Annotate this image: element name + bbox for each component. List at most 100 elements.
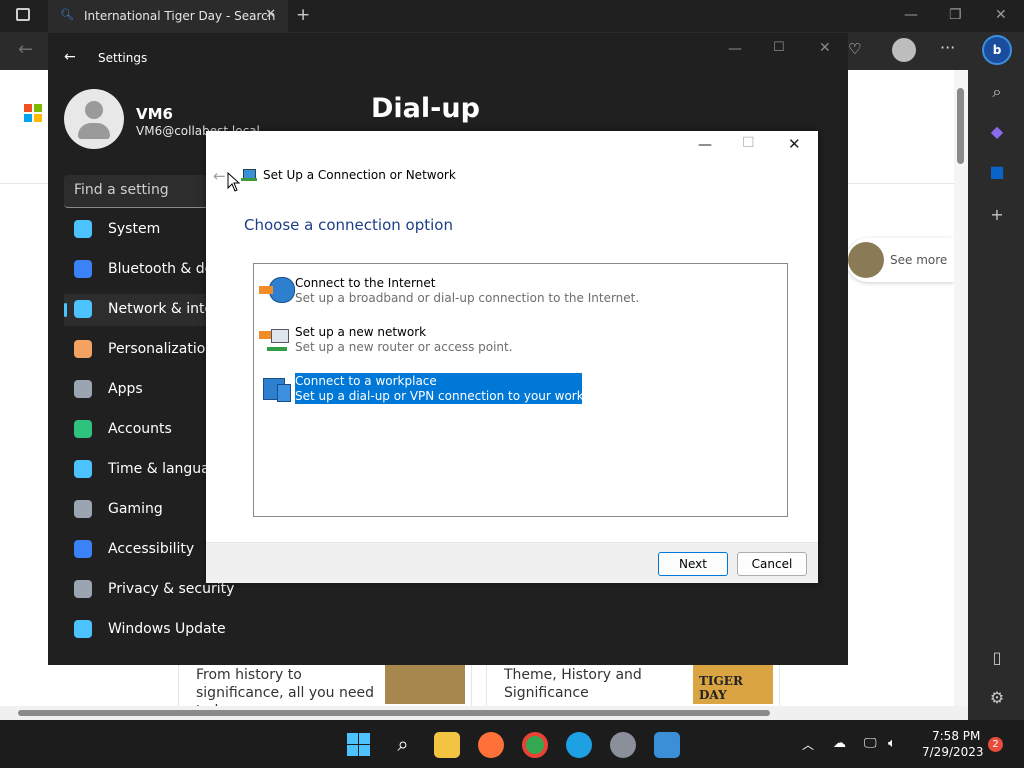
nav-icon xyxy=(74,580,92,598)
add-icon[interactable]: + xyxy=(986,205,1008,224)
dialog-close-icon[interactable]: ✕ xyxy=(788,135,801,153)
nav-item[interactable]: Apps xyxy=(64,374,214,406)
volume-icon[interactable]: 🔈︎ xyxy=(888,736,896,751)
tab-actions-icon[interactable] xyxy=(16,8,30,21)
sidebar-toggle-icon[interactable]: ▯ xyxy=(986,648,1008,667)
restore-icon[interactable]: ❐ xyxy=(949,7,962,23)
settings-close-icon[interactable]: ✕ xyxy=(819,40,831,56)
option-connect-workplace[interactable]: Connect to a workplace Set up a dial-up … xyxy=(255,372,775,408)
cloud-icon[interactable]: ☁ xyxy=(833,736,846,751)
nav-item[interactable]: Personalization xyxy=(64,334,214,366)
profile-avatar-icon[interactable] xyxy=(892,38,916,62)
nav-item[interactable]: Accessibility xyxy=(64,534,214,566)
dialog-back-icon[interactable]: ← xyxy=(213,167,226,185)
nav-item-label: Gaming xyxy=(108,501,163,517)
settings-app-icon[interactable] xyxy=(610,732,636,758)
nav-item-label: Personalization xyxy=(108,341,215,357)
nav-item[interactable]: Privacy & security xyxy=(64,574,234,606)
nav-icon xyxy=(74,460,92,478)
nav-icon xyxy=(74,500,92,518)
connection-options-list: Connect to the Internet Set up a broadba… xyxy=(253,263,788,517)
dialog-maximize-icon[interactable]: ☐ xyxy=(742,135,755,151)
more-menu-icon[interactable]: ··· xyxy=(940,38,955,57)
tiger-image xyxy=(385,660,465,704)
taskbar-search-icon[interactable]: ⌕ xyxy=(390,732,416,758)
settings-minimize-icon[interactable]: — xyxy=(728,41,742,57)
nav-item[interactable]: Gaming xyxy=(64,494,214,526)
nav-item-label: Accounts xyxy=(108,421,172,437)
nav-icon xyxy=(74,540,92,558)
news-card-2[interactable]: Theme, History and Significance TIGER DA… xyxy=(486,660,780,707)
nav-item-label: Bluetooth & dev xyxy=(108,261,222,277)
page-vertical-scrollbar[interactable] xyxy=(954,70,968,720)
nav-item[interactable]: Windows Update xyxy=(64,614,226,646)
tiger-day-logo: TIGER DAY xyxy=(693,660,773,704)
nav-item-label: Privacy & security xyxy=(108,581,235,597)
chrome-icon[interactable] xyxy=(522,732,548,758)
nav-icon xyxy=(74,260,92,278)
page-title: Dial-up xyxy=(371,93,480,124)
nav-item-label: Apps xyxy=(108,381,143,397)
option-title: Set up a new network xyxy=(295,325,427,339)
nav-item[interactable]: System xyxy=(64,214,214,246)
clock-time[interactable]: 7:58 PM xyxy=(932,729,980,743)
minimize-icon[interactable]: — xyxy=(904,7,918,23)
microsoft-logo-icon xyxy=(24,104,42,122)
option-desc: Set up a dial-up or VPN connection to yo… xyxy=(295,389,620,403)
new-tab-button[interactable]: + xyxy=(296,5,310,25)
internet-globe-icon xyxy=(259,276,295,304)
nav-item[interactable]: Network & inter xyxy=(64,294,219,326)
nav-item-label: Network & inter xyxy=(108,301,219,317)
firefox-icon[interactable] xyxy=(478,732,504,758)
nav-item[interactable]: Accounts xyxy=(64,414,214,446)
tiger-thumbnail xyxy=(848,242,884,278)
nav-icon xyxy=(74,220,92,238)
settings-back-icon[interactable]: ← xyxy=(64,49,76,65)
browser-tab[interactable]: 🔍︎ International Tiger Day - Search ✕ xyxy=(48,0,288,32)
dialog-title: Set Up a Connection or Network xyxy=(263,168,456,182)
network-status-icon[interactable]: 🖵 xyxy=(864,736,877,751)
option-new-network[interactable]: Set up a new network Set up a new router… xyxy=(255,323,775,359)
bing-chat-icon[interactable]: b xyxy=(982,35,1012,65)
next-button[interactable]: Next xyxy=(658,552,728,576)
cancel-button[interactable]: Cancel xyxy=(737,552,807,576)
see-more-card[interactable]: See more xyxy=(846,238,954,282)
nav-item-label: Time & languag xyxy=(108,461,219,477)
horizontal-scroll-thumb[interactable] xyxy=(18,710,770,716)
nav-icon xyxy=(74,380,92,398)
router-icon xyxy=(259,325,291,353)
edge-icon[interactable] xyxy=(566,732,592,758)
start-icon[interactable] xyxy=(346,732,372,758)
notification-badge[interactable]: 2 xyxy=(988,737,1003,752)
see-more-link[interactable]: See more xyxy=(890,253,947,267)
news-card-1[interactable]: From history to significance, all you ne… xyxy=(178,660,472,719)
search-favicon-icon: 🔍︎ xyxy=(60,8,74,21)
clock-date[interactable]: 7/29/2023 xyxy=(922,745,984,759)
search-icon[interactable]: ⌕ xyxy=(986,82,1008,102)
close-tab-icon[interactable]: ✕ xyxy=(265,7,276,22)
nav-item[interactable]: Bluetooth & dev xyxy=(64,254,222,286)
nav-item-label: System xyxy=(108,221,161,237)
copilot-icon[interactable]: ◆ xyxy=(986,122,1008,141)
find-setting-input[interactable]: Find a setting xyxy=(64,175,214,208)
option-connect-internet[interactable]: Connect to the Internet Set up a broadba… xyxy=(255,274,775,310)
nav-item[interactable]: Time & languag xyxy=(64,454,219,486)
show-hidden-icons-icon[interactable]: ︿ xyxy=(802,736,814,753)
option-desc: Set up a new router or access point. xyxy=(295,340,513,354)
nav-item-label: Accessibility xyxy=(108,541,195,557)
outlook-icon[interactable]: ■ xyxy=(986,162,1008,181)
nav-icon xyxy=(74,340,92,358)
gear-icon[interactable]: ⚙ xyxy=(986,688,1008,707)
back-arrow-icon[interactable]: ← xyxy=(18,39,33,60)
dialog-minimize-icon[interactable]: — xyxy=(698,137,712,153)
health-icon[interactable]: ♡ xyxy=(848,40,861,58)
close-window-icon[interactable]: ✕ xyxy=(995,7,1007,23)
nav-icon xyxy=(74,620,92,638)
file-explorer-icon[interactable] xyxy=(434,732,460,758)
vertical-scroll-thumb[interactable] xyxy=(957,88,964,164)
option-title: Connect to the Internet xyxy=(295,276,436,290)
settings-maximize-icon[interactable]: ☐ xyxy=(773,40,785,55)
user-avatar xyxy=(64,89,124,149)
network-setup-taskbar-icon[interactable] xyxy=(654,732,680,758)
nav-item-label: Windows Update xyxy=(108,621,226,637)
